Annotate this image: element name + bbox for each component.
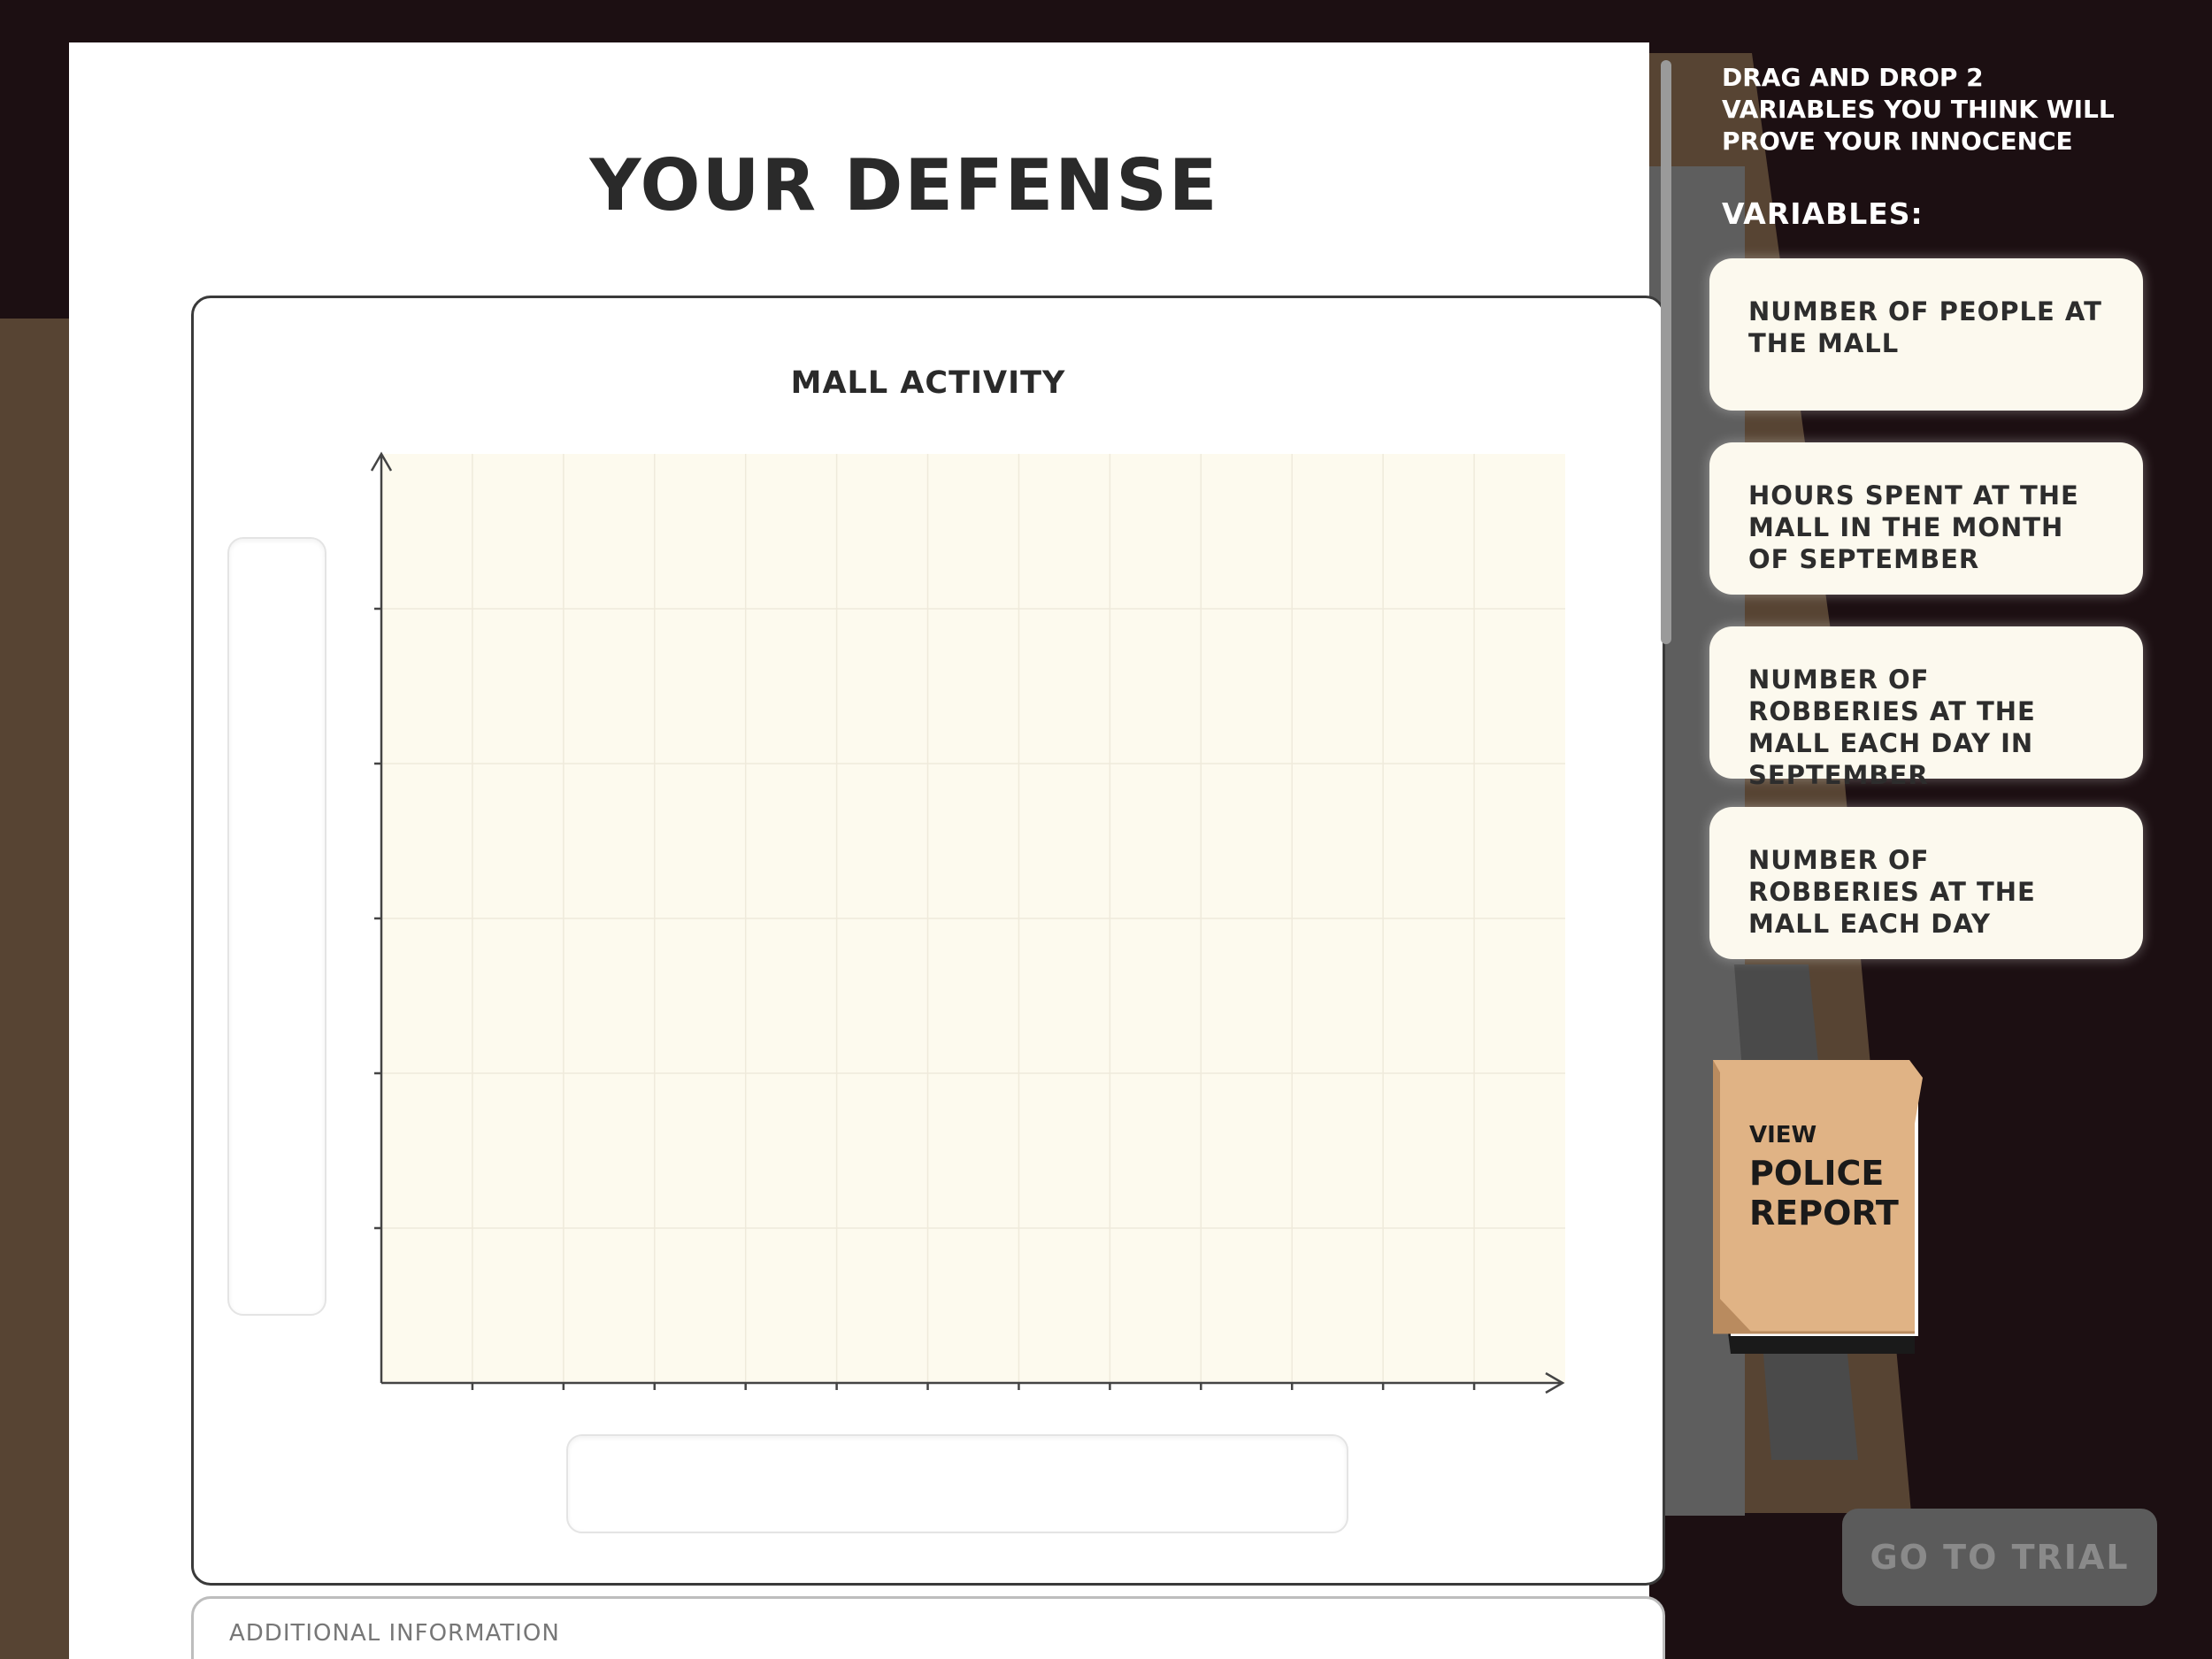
variables-heading: VARIABLES: [1722, 196, 1924, 231]
variable-label: NUMBER OF ROBBERIES AT THE MALL EACH DAY… [1748, 664, 2036, 790]
variable-card[interactable]: NUMBER OF ROBBERIES AT THE MALL EACH DAY… [1709, 626, 2143, 790]
police-report-view-label: VIEW [1749, 1122, 1817, 1148]
additional-info-card: ADDITIONAL INFORMATION [191, 1596, 1665, 1659]
police-report-title: POLICE REPORT [1749, 1154, 1899, 1233]
page-title: YOUR DEFENSE [589, 144, 1219, 227]
instructions-text: DRAG AND DROP 2 VARIABLES YOU THINK WILL… [1722, 63, 2115, 156]
graph-card: MALL ACTIVITY [191, 296, 1665, 1586]
variable-card[interactable]: NUMBER OF PEOPLE AT THE MALL [1709, 258, 2143, 411]
police-report-button[interactable]: VIEW POLICE REPORT [1709, 1060, 1926, 1361]
variable-label: HOURS SPENT AT THE MALL IN THE MONTH OF … [1748, 480, 2079, 574]
additional-info-label: ADDITIONAL INFORMATION [229, 1620, 560, 1647]
graph-plot [370, 451, 1565, 1394]
variable-card[interactable]: HOURS SPENT AT THE MALL IN THE MONTH OF … [1709, 442, 2143, 595]
variable-label: NUMBER OF ROBBERIES AT THE MALL EACH DAY [1748, 845, 2036, 939]
variable-card[interactable]: NUMBER OF ROBBERIES AT THE MALL EACH DAY [1709, 807, 2143, 959]
y-axis-dropzone[interactable] [227, 537, 326, 1316]
x-axis-dropzone[interactable] [566, 1434, 1348, 1533]
go-to-trial-button[interactable]: GO TO TRIAL [1842, 1509, 2157, 1606]
defense-panel: YOUR DEFENSE MALL ACTIVITY ADDITIONAL IN… [69, 42, 1665, 1659]
scrollbar[interactable] [1661, 60, 1671, 644]
variable-label: NUMBER OF PEOPLE AT THE MALL [1748, 296, 2102, 358]
